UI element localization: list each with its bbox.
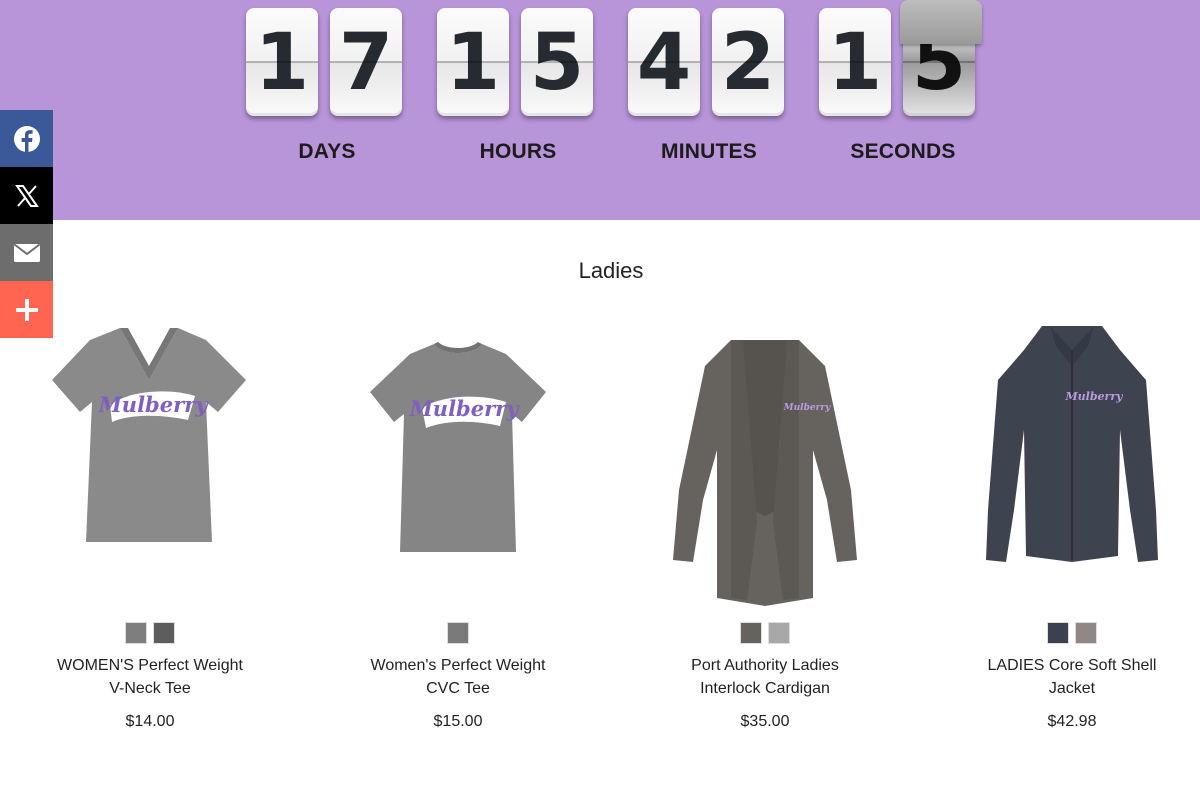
color-swatches: [635, 622, 895, 644]
product-name[interactable]: LADIES Core Soft Shell Jacket: [932, 654, 1200, 700]
seconds-digit-1: 1: [819, 8, 891, 116]
swatch[interactable]: [768, 622, 790, 644]
facebook-icon: [13, 125, 40, 152]
section-title: Ladies: [578, 258, 644, 283]
product-name[interactable]: Port Authority Ladies Interlock Cardigan: [625, 654, 905, 700]
product-image-vneck-tee[interactable]: Mulberry: [20, 310, 280, 610]
x-share-button[interactable]: [0, 167, 53, 224]
x-icon: [14, 184, 39, 207]
product-price: $14.00: [125, 713, 175, 730]
hours-digit-2: 5: [521, 8, 593, 116]
hours-label: HOURS: [479, 140, 557, 163]
svg-text:Mulberry: Mulberry: [409, 396, 521, 421]
swatch[interactable]: [153, 622, 175, 644]
countdown-banner: 1 7 1 5 4 2 1 5 DAYS HOURS MINUTES SECON…: [0, 0, 1200, 220]
social-share-bar: [0, 110, 53, 338]
product-price: $42.98: [1047, 713, 1097, 730]
product-price: $15.00: [433, 713, 483, 730]
product-price: $35.00: [740, 713, 790, 730]
product-name[interactable]: Women's Perfect Weight CVC Tee: [318, 654, 598, 700]
swatch[interactable]: [740, 622, 762, 644]
minutes-label: MINUTES: [661, 140, 757, 163]
seconds-label: SECONDS: [850, 140, 956, 163]
facebook-share-button[interactable]: [0, 110, 53, 167]
swatch[interactable]: [447, 622, 469, 644]
minutes-digit-2: 2: [712, 8, 784, 116]
color-swatches: [328, 622, 588, 644]
days-digit-2: 7: [330, 8, 402, 116]
days-label: DAYS: [298, 140, 356, 163]
svg-text:Mulberry: Mulberry: [98, 392, 210, 417]
color-swatches: [20, 622, 280, 644]
product-image-softshell-jacket[interactable]: Mulberry: [942, 310, 1200, 610]
svg-text:Mulberry: Mulberry: [1064, 390, 1124, 403]
swatch[interactable]: [1047, 622, 1069, 644]
svg-text:Mulberry: Mulberry: [783, 403, 831, 413]
product-image-crew-tee[interactable]: Mulberry: [328, 310, 588, 610]
swatch[interactable]: [125, 622, 147, 644]
product-image-cardigan[interactable]: Mulberry: [635, 310, 895, 610]
swatch[interactable]: [1075, 622, 1097, 644]
days-digit-1: 1: [246, 8, 318, 116]
hours-digit-1: 1: [437, 8, 509, 116]
minutes-digit-1: 4: [628, 8, 700, 116]
product-name[interactable]: WOMEN'S Perfect Weight V-Neck Tee: [10, 654, 290, 700]
flip-animation-cap: [900, 0, 982, 44]
color-swatches: [942, 622, 1200, 644]
